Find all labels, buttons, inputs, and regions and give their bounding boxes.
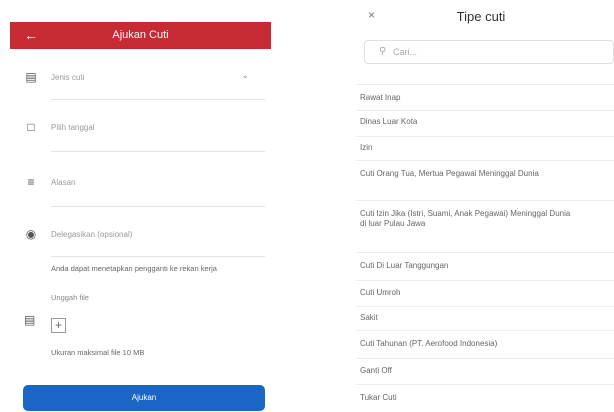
list-item[interactable]: Tukar Cuti [356,384,614,412]
reason-placeholder: Alasan [51,178,76,187]
search-icon: ⚲ [379,46,387,57]
submit-button[interactable]: Ajukan [23,385,265,411]
list-item[interactable]: Cuti Tahunan (PT. Aerofood Indonesia) [356,330,614,358]
list-item[interactable]: Ganti Off [356,358,614,384]
option-label: Cuti Izin Jika (Istri, Suami, Anak Pegaw… [360,209,571,228]
leave-form-panel: ← Ajukan Cuti ▤ Jenis cuti ⌄ □ Pilih tan… [10,0,271,412]
calendar-icon: □ [27,120,35,134]
list-item[interactable]: Cuti Izin Jika (Istri, Suami, Anak Pegaw… [356,200,614,252]
option-label: Cuti Tahunan (PT. Aerofood Indonesia) [360,339,498,348]
leave-type-picker: × Tipe cuti ⚲ Cari... Rawat Inap Dinas L… [356,0,614,412]
option-label: Rawat Inap [360,93,401,102]
page-title: Ajukan Cuti [112,29,169,41]
leave-type-placeholder: Jenis cuti [51,73,85,82]
option-label: Ganti Off [360,366,392,375]
leave-type-field[interactable]: ▤ Jenis cuti ⌄ [10,64,271,104]
user-circle-icon: ◉ [25,227,37,241]
list-item[interactable]: Cuti Orang Tua, Mertua Pegawai Meninggal… [356,160,614,200]
list-item[interactable]: Rawat Inap [356,84,614,110]
option-label: Tukar Cuti [360,393,397,402]
list-item[interactable]: Dinas Luar Kota [356,110,614,136]
divider [51,151,265,152]
chevron-down-icon[interactable]: ⌄ [241,70,249,81]
upload-label: Unggah file [51,293,89,302]
option-label: Izin [360,143,373,152]
lines-icon: ≡ [27,175,35,189]
document-icon: ▤ [24,313,36,327]
briefcase-icon: ▤ [25,70,37,84]
reason-field[interactable]: ≡ Alasan [10,168,271,208]
option-label: Dinas Luar Kota [360,117,418,126]
date-placeholder: Pilih tanggal [51,123,95,132]
option-label: Cuti Di Luar Tanggungan [360,261,449,270]
max-file-size-note: Ukuran maksimal file 10 MB [51,348,145,357]
delegate-field[interactable]: ◉ Delegasikan (opsional) [10,222,271,262]
delegate-note: Anda dapat menetapkan pengganti ke rekan… [51,264,217,273]
list-item[interactable]: Izin [356,136,614,160]
search-placeholder: Cari... [393,47,418,57]
add-file-button[interactable]: + [51,318,66,333]
option-label: Cuti Umroh [360,288,401,297]
option-label: Cuti Orang Tua, Mertua Pegawai Meninggal… [360,169,539,178]
option-label: Sakit [360,313,378,322]
app-header: ← Ajukan Cuti [10,22,271,49]
delegate-placeholder: Delegasikan (opsional) [51,230,133,239]
list-item[interactable]: Cuti Di Luar Tanggungan [356,252,614,280]
screen: ← Ajukan Cuti ▤ Jenis cuti ⌄ □ Pilih tan… [0,0,614,412]
list-item[interactable]: Cuti Umroh [356,280,614,306]
date-field[interactable]: □ Pilih tanggal [10,113,271,153]
divider [51,206,265,207]
search-input[interactable]: ⚲ Cari... [364,40,614,64]
picker-title: Tipe cuti [456,9,506,24]
divider [51,256,265,257]
divider [51,99,265,100]
list-item[interactable]: Sakit [356,306,614,330]
